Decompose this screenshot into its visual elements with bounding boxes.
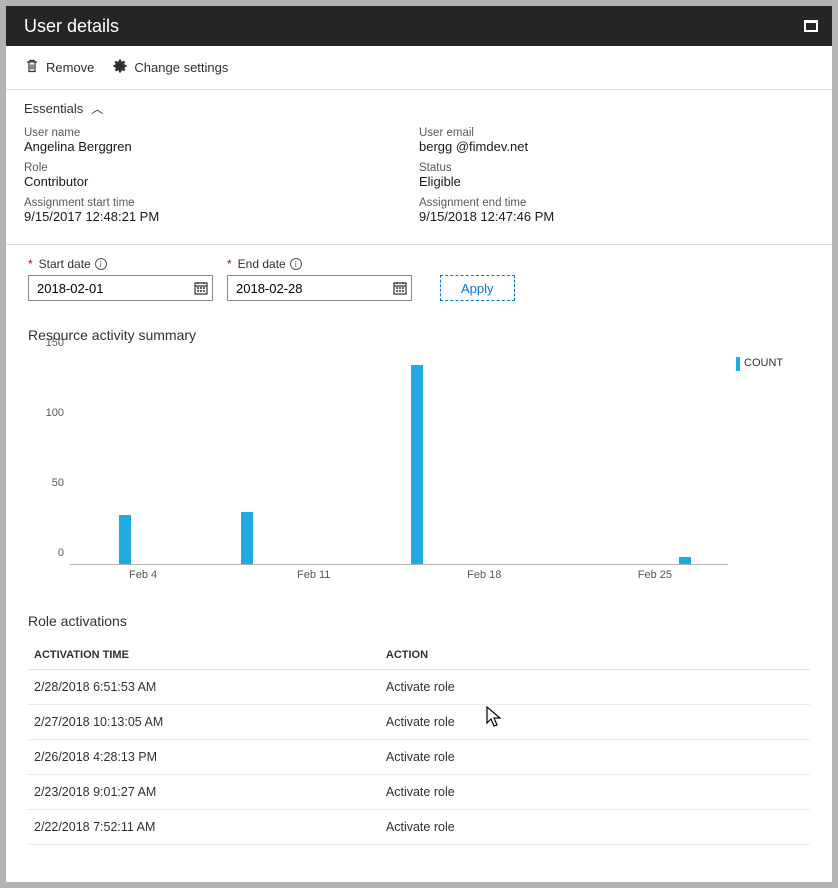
trash-icon	[24, 58, 40, 77]
titlebar: User details	[6, 6, 832, 46]
action-cell: Activate role	[380, 775, 810, 810]
essentials-header-label: Essentials	[24, 101, 83, 116]
table-row[interactable]: 2/26/2018 4:28:13 PMActivate role	[28, 740, 810, 775]
resource-activity-chart: 050100150 Feb 4Feb 11Feb 18Feb 25 COUNT	[6, 355, 832, 585]
assignment-end-label: Assignment end time	[419, 197, 814, 209]
x-tick-label: Feb 11	[297, 569, 330, 581]
status-label: Status	[419, 162, 814, 174]
col-action[interactable]: ACTION	[380, 641, 810, 670]
chart-bar[interactable]	[119, 515, 131, 564]
role-activations-table: ACTIVATION TIME ACTION 2/28/2018 6:51:53…	[28, 641, 810, 845]
action-cell: Activate role	[380, 705, 810, 740]
y-tick-label: 0	[58, 547, 64, 559]
end-date-input[interactable]	[227, 275, 412, 301]
x-tick-label: Feb 25	[638, 569, 672, 581]
calendar-icon[interactable]	[392, 280, 408, 296]
legend-swatch	[736, 357, 740, 371]
email-label: User email	[419, 127, 814, 139]
chart-bar[interactable]	[411, 365, 423, 564]
activation-time-cell: 2/26/2018 4:28:13 PM	[28, 740, 380, 775]
chart-bar[interactable]	[241, 512, 253, 564]
table-row[interactable]: 2/22/2018 7:52:11 AMActivate role	[28, 810, 810, 845]
window-title: User details	[24, 16, 119, 37]
required-asterisk: *	[227, 257, 232, 271]
legend-label: COUNT	[744, 357, 783, 369]
change-settings-button[interactable]: Change settings	[112, 58, 228, 77]
table-row[interactable]: 2/28/2018 6:51:53 AMActivate role	[28, 670, 810, 705]
gear-icon	[112, 58, 128, 77]
chart-legend: COUNT	[736, 355, 816, 585]
activation-time-cell: 2/28/2018 6:51:53 AM	[28, 670, 380, 705]
username-label: User name	[24, 127, 419, 139]
chart-bar[interactable]	[679, 557, 691, 564]
settings-label: Change settings	[134, 60, 228, 75]
x-tick-label: Feb 18	[467, 569, 501, 581]
apply-button[interactable]: Apply	[440, 275, 515, 301]
y-tick-label: 50	[52, 477, 64, 489]
col-activation-time[interactable]: ACTIVATION TIME	[28, 641, 380, 670]
x-tick-label: Feb 4	[129, 569, 157, 581]
username-value: Angelina Berggren	[24, 139, 419, 154]
role-label: Role	[24, 162, 419, 174]
status-value: Eligible	[419, 174, 814, 189]
start-date-label: Start date	[39, 257, 91, 271]
calendar-icon[interactable]	[193, 280, 209, 296]
activation-time-cell: 2/23/2018 9:01:27 AM	[28, 775, 380, 810]
action-cell: Activate role	[380, 810, 810, 845]
activation-time-cell: 2/22/2018 7:52:11 AM	[28, 810, 380, 845]
y-tick-label: 100	[46, 407, 64, 419]
activation-time-cell: 2/27/2018 10:13:05 AM	[28, 705, 380, 740]
end-date-label: End date	[238, 257, 286, 271]
table-row[interactable]: 2/27/2018 10:13:05 AMActivate role	[28, 705, 810, 740]
assignment-start-value: 9/15/2017 12:48:21 PM	[24, 209, 419, 224]
remove-label: Remove	[46, 60, 94, 75]
info-icon[interactable]: i	[95, 258, 107, 270]
summary-title: Resource activity summary	[6, 307, 832, 355]
action-cell: Activate role	[380, 740, 810, 775]
remove-button[interactable]: Remove	[24, 58, 94, 77]
essentials-toggle[interactable]: Essentials ︿	[6, 90, 832, 127]
start-date-input[interactable]	[28, 275, 213, 301]
table-row[interactable]: 2/23/2018 9:01:27 AMActivate role	[28, 775, 810, 810]
assignment-start-label: Assignment start time	[24, 197, 419, 209]
y-tick-label: 150	[46, 337, 64, 349]
essentials-panel: User name Angelina Berggren Role Contrib…	[6, 127, 832, 245]
info-icon[interactable]: i	[290, 258, 302, 270]
role-value: Contributor	[24, 174, 419, 189]
required-asterisk: *	[28, 257, 33, 271]
email-value: bergg @fimdev.net	[419, 139, 814, 154]
chevron-up-icon: ︿	[91, 100, 103, 117]
maximize-icon[interactable]	[804, 20, 818, 32]
assignment-end-value: 9/15/2018 12:47:46 PM	[419, 209, 814, 224]
action-cell: Activate role	[380, 670, 810, 705]
role-activations-title: Role activations	[6, 585, 832, 641]
